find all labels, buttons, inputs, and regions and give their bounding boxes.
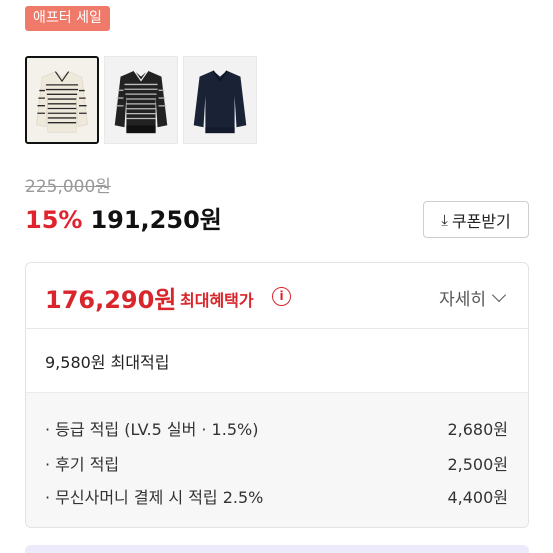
striped-sweater-image: [105, 57, 177, 143]
point-label: · 등급 적립 (LV.5 실버 · 1.5%): [45, 420, 259, 439]
max-points: 9,580원 최대적립: [45, 353, 170, 372]
sale-price: 191,250원: [90, 206, 222, 234]
points-breakdown: · 등급 적립 (LV.5 실버 · 1.5%) 2,680원 · 후기 적립 …: [26, 392, 528, 527]
chevron-down-icon: [491, 287, 507, 303]
thumbnail-gray-striped[interactable]: [104, 56, 178, 144]
discount-rate: 15%: [25, 206, 83, 234]
point-value: 4,400원: [447, 488, 508, 507]
max-benefit-price: 176,290원: [45, 286, 177, 314]
detail-toggle[interactable]: 자세히: [439, 285, 507, 310]
point-row: · 후기 적립 2,500원: [45, 451, 508, 475]
product-thumbnails: [25, 56, 257, 144]
download-icon: ⤓: [441, 210, 448, 229]
info-icon[interactable]: i: [272, 287, 291, 306]
sale-badge: 애프터 세일: [25, 6, 110, 31]
point-value: 2,500원: [447, 455, 508, 474]
striped-sweater-image: [27, 58, 97, 142]
detail-toggle-label: 자세히: [439, 290, 486, 310]
thumbnail-cream-striped[interactable]: [25, 56, 99, 144]
point-row: · 등급 적립 (LV.5 실버 · 1.5%) 2,680원: [45, 416, 508, 440]
original-price: 225,000원: [25, 177, 111, 197]
coupon-button[interactable]: ⤓ 쿠폰받기: [423, 201, 529, 238]
thumbnail-navy[interactable]: [183, 56, 257, 144]
price-row: 15% 191,250원: [25, 200, 222, 235]
coupon-button-label: 쿠폰받기: [451, 211, 511, 231]
point-label: · 무신사머니 결제 시 적립 2.5%: [45, 488, 264, 507]
point-value: 2,680원: [447, 420, 508, 439]
max-benefit-label: 최대혜택가: [180, 291, 254, 310]
point-row: · 무신사머니 결제 시 적립 2.5% 4,400원: [45, 484, 508, 508]
benefit-header[interactable]: 176,290원 최대혜택가 i 자세히: [26, 263, 528, 329]
point-label: · 후기 적립: [45, 455, 120, 474]
next-section-bar: [25, 545, 529, 553]
benefit-panel: 176,290원 최대혜택가 i 자세히 9,580원 최대적립 · 등급 적립…: [25, 262, 529, 528]
navy-sweater-image: [184, 57, 256, 143]
